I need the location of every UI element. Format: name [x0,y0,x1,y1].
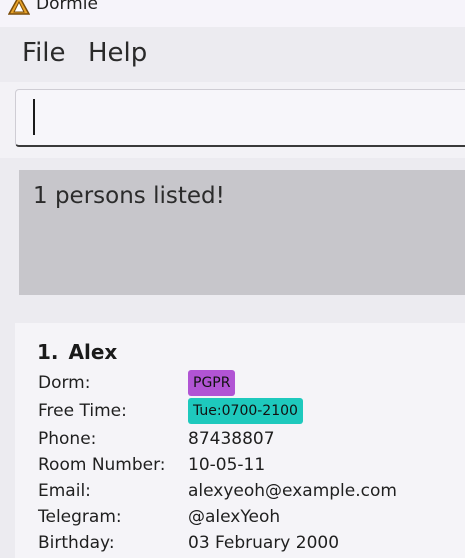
room-number-label: Room Number: [38,455,166,475]
email-value: alexyeoh@example.com [188,481,397,501]
free-time-tag: Tue:0700-2100 [188,398,303,424]
menu-bar [0,27,465,82]
person-name: Alex [68,340,118,364]
phone-label: Phone: [38,429,97,449]
text-caret [33,99,35,135]
command-input[interactable] [15,89,465,147]
menu-help[interactable]: Help [88,38,147,68]
free-time-label: Free Time: [38,401,127,421]
dorm-tag: PGPR [188,370,236,396]
person-name-heading: 1. Alex [37,339,117,365]
telegram-label: Telegram: [38,507,122,527]
menu-file[interactable]: File [22,38,66,68]
birthday-value: 03 February 2000 [188,533,340,553]
dormie-logo-icon [8,0,30,15]
person-index: 1. [37,340,59,364]
window-title: Dormie [36,0,98,14]
dorm-label: Dorm: [38,373,91,393]
birthday-label: Birthday: [38,533,115,553]
result-message: 1 persons listed! [33,183,225,209]
telegram-value: @alexYeoh [188,507,281,527]
email-label: Email: [38,481,91,501]
phone-value: 87438807 [188,429,275,449]
room-number-value: 10-05-11 [188,455,266,475]
